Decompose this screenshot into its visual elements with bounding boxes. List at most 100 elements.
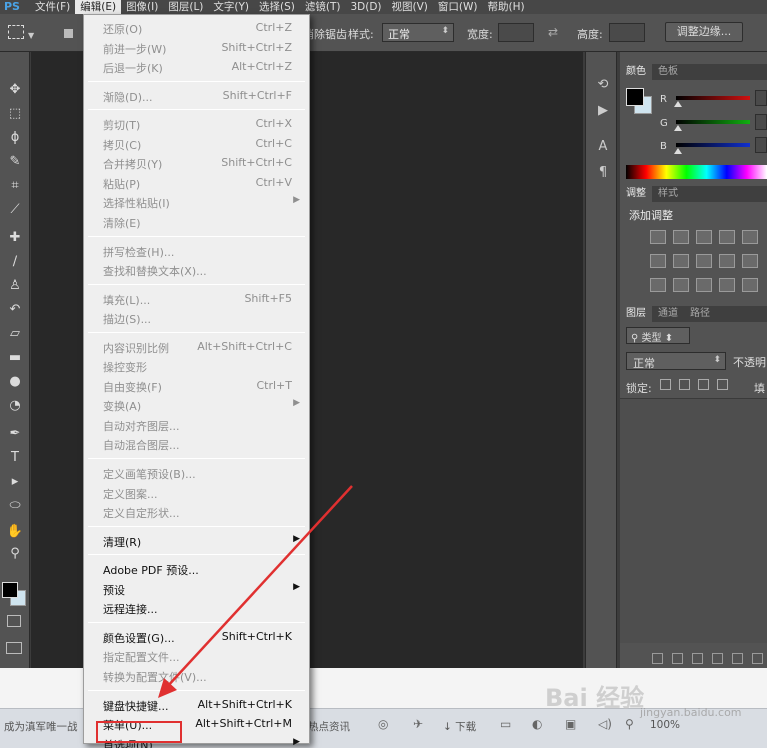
- selective-color-icon[interactable]: [742, 278, 758, 292]
- slider-value-g[interactable]: [755, 114, 767, 130]
- photo-filter-icon[interactable]: [719, 254, 735, 268]
- quick-select-tool-icon[interactable]: ✎: [5, 152, 25, 172]
- document-icon[interactable]: ▭: [500, 717, 511, 731]
- volume-icon[interactable]: ◁): [598, 717, 612, 731]
- edit-menu-item-6[interactable]: 剪切(T) Ctrl+X: [84, 114, 309, 133]
- lasso-tool-icon[interactable]: ϕ: [5, 128, 25, 148]
- menu-0[interactable]: 文件(F): [30, 0, 75, 14]
- layer-style-icon[interactable]: [672, 652, 683, 664]
- menu-5[interactable]: 选择(S): [254, 0, 300, 14]
- paragraph-panel-icon[interactable]: ¶: [594, 164, 612, 182]
- style-select[interactable]: 正常 ⬍: [382, 23, 454, 42]
- color-spectrum-bar[interactable]: [626, 165, 767, 179]
- edit-menu-item-11[interactable]: 清除(E): [84, 212, 309, 231]
- vibrance-icon[interactable]: [742, 230, 758, 244]
- pen-tool-icon[interactable]: ✒: [5, 424, 25, 444]
- menu-9[interactable]: 窗口(W): [433, 0, 483, 14]
- edit-menu-item-37[interactable]: 指定配置文件...: [84, 646, 309, 665]
- pin-icon[interactable]: ✈: [413, 717, 423, 731]
- edit-menu-item-19[interactable]: 内容识别比例 Alt+Shift+Ctrl+C: [84, 337, 309, 356]
- edit-menu-item-17[interactable]: 描边(S)...: [84, 308, 309, 327]
- edit-menu-item-16[interactable]: 填充(L)... Shift+F5: [84, 289, 309, 308]
- slider-knob-icon[interactable]: [674, 125, 682, 131]
- edit-menu-item-23[interactable]: 自动对齐图层...: [84, 415, 309, 434]
- download-label[interactable]: ↓ 下载: [443, 719, 476, 734]
- quick-mask-icon[interactable]: [7, 615, 21, 627]
- menu-7[interactable]: 3D(D): [345, 0, 386, 14]
- tab-color[interactable]: 颜色: [620, 64, 652, 80]
- lock-all-icon[interactable]: [717, 379, 728, 390]
- edit-menu-item-40[interactable]: 键盘快捷键... Alt+Shift+Ctrl+K: [84, 695, 309, 714]
- new-adjustment-icon[interactable]: [712, 652, 723, 664]
- tab-channels[interactable]: 通道: [652, 306, 684, 322]
- blend-mode-select[interactable]: 正常 ⬍: [626, 352, 726, 370]
- slider-knob-icon[interactable]: [674, 101, 682, 107]
- history-brush-tool-icon[interactable]: ↶: [5, 300, 25, 320]
- new-layer-icon[interactable]: [752, 652, 763, 664]
- link-layers-icon[interactable]: [652, 652, 663, 664]
- character-panel-icon[interactable]: A: [594, 138, 612, 156]
- zoom-icon[interactable]: ⚲: [625, 717, 634, 731]
- edit-menu-item-38[interactable]: 转换为配置文件(V)...: [84, 666, 309, 685]
- height-input[interactable]: [609, 23, 645, 42]
- new-group-icon[interactable]: [732, 652, 743, 664]
- menu-6[interactable]: 滤镜(T): [300, 0, 346, 14]
- exposure-icon[interactable]: [719, 230, 735, 244]
- edit-menu-item-2[interactable]: 后退一步(K) Alt+Ctrl+Z: [84, 57, 309, 76]
- rect-marquee-icon[interactable]: [8, 25, 24, 39]
- edit-menu-item-26[interactable]: 定义画笔预设(B)...: [84, 463, 309, 482]
- layers-list[interactable]: [620, 398, 767, 643]
- menu-3[interactable]: 图层(L): [163, 0, 208, 14]
- menu-4[interactable]: 文字(Y): [208, 0, 254, 14]
- menu-2[interactable]: 图像(I): [121, 0, 163, 14]
- edit-menu-item-20[interactable]: 操控变形: [84, 356, 309, 375]
- menu-8[interactable]: 视图(V): [387, 0, 433, 14]
- edit-menu-item-28[interactable]: 定义自定形状...: [84, 502, 309, 521]
- swap-icon[interactable]: ⇄: [548, 25, 558, 39]
- network-icon[interactable]: ◎: [378, 717, 388, 731]
- refine-edge-button[interactable]: 调整边缘...: [665, 22, 743, 42]
- type-tool-icon[interactable]: T: [5, 448, 25, 468]
- lock-position-icon[interactable]: [698, 379, 709, 390]
- shape-tool-icon[interactable]: ⬭: [5, 496, 25, 516]
- layer-filter-select[interactable]: ⚲ 类型 ⬍: [626, 327, 690, 344]
- channel-mixer-icon[interactable]: [742, 254, 758, 268]
- chevron-down-icon[interactable]: ▼: [28, 31, 34, 40]
- brush-tool-icon[interactable]: ∕: [5, 252, 25, 272]
- color-balance-icon[interactable]: [673, 254, 689, 268]
- zoom-level-text[interactable]: 100%: [650, 719, 680, 731]
- news-ticker-text[interactable]: 成为滇军唯一战: [4, 719, 78, 734]
- edit-menu-item-13[interactable]: 拼写检查(H)...: [84, 241, 309, 260]
- window-icon[interactable]: ▣: [565, 717, 576, 731]
- browser-icon[interactable]: ◐: [532, 717, 542, 731]
- edit-menu-item-14[interactable]: 查找和替换文本(X)...: [84, 260, 309, 279]
- selection-mode-icon[interactable]: [64, 29, 73, 38]
- lock-transparent-icon[interactable]: [660, 379, 671, 390]
- tab-styles[interactable]: 样式: [652, 186, 684, 202]
- zoom-tool-icon[interactable]: ⚲: [5, 544, 25, 564]
- posterize-icon[interactable]: [673, 278, 689, 292]
- edit-menu-item-1[interactable]: 前进一步(W) Shift+Ctrl+Z: [84, 38, 309, 57]
- gradient-tool-icon[interactable]: ▬: [5, 348, 25, 368]
- slider-track-b[interactable]: [676, 143, 750, 147]
- slider-track-g[interactable]: [676, 120, 750, 124]
- edit-menu-item-8[interactable]: 合并拷贝(Y) Shift+Ctrl+C: [84, 153, 309, 172]
- hue-saturation-icon[interactable]: [650, 254, 666, 268]
- edit-menu-item-33[interactable]: 预设 ▶: [84, 579, 309, 598]
- healing-brush-tool-icon[interactable]: ✚: [5, 228, 25, 248]
- edit-menu-item-24[interactable]: 自动混合图层...: [84, 434, 309, 453]
- edit-menu-item-32[interactable]: Adobe PDF 预设...: [84, 559, 309, 578]
- tab-adjustments[interactable]: 调整: [620, 186, 652, 202]
- slider-value-b[interactable]: [755, 137, 767, 153]
- menu-10[interactable]: 帮助(H): [483, 0, 530, 14]
- width-input[interactable]: [498, 23, 534, 42]
- actions-play-icon[interactable]: ▶: [594, 102, 612, 120]
- curves-icon[interactable]: [696, 230, 712, 244]
- menu-1[interactable]: 编辑(E): [75, 0, 122, 14]
- history-panel-icon[interactable]: ⟲: [594, 76, 612, 94]
- eyedropper-tool-icon[interactable]: ⟋: [5, 200, 25, 220]
- edit-menu-item-9[interactable]: 粘贴(P) Ctrl+V: [84, 173, 309, 192]
- edit-menu-item-7[interactable]: 拷贝(C) Ctrl+C: [84, 134, 309, 153]
- screen-mode-icon[interactable]: [6, 642, 22, 654]
- hand-tool-icon[interactable]: ✋: [5, 522, 25, 542]
